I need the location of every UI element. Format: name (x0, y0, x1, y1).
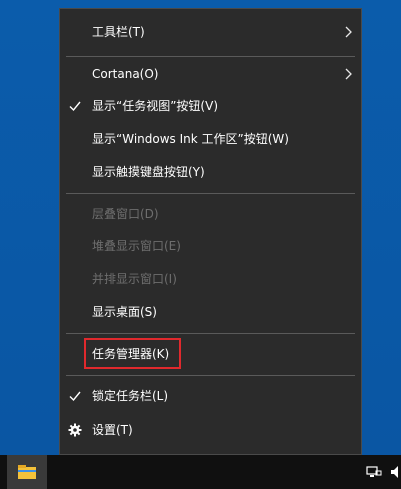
task-manager-highlight-box (84, 338, 181, 369)
menu-item-label: 设置(T) (92, 423, 133, 437)
menu-item-label: 并排显示窗口(I) (92, 272, 177, 286)
menu-item-label: 层叠窗口(D) (92, 207, 159, 221)
menu-separator (66, 375, 355, 376)
system-tray (359, 455, 401, 489)
menu-item-label: 显示触摸键盘按钮(Y) (92, 165, 205, 179)
network-icon[interactable] (365, 463, 383, 481)
menu-item-label: 锁定任务栏(L) (92, 389, 169, 403)
checkmark-icon (69, 101, 81, 112)
gear-icon (68, 423, 82, 437)
taskbar (0, 455, 401, 489)
checkmark-icon (69, 391, 81, 402)
menu-item-label: 显示“任务视图”按钮(V) (92, 99, 219, 113)
menu-item-show-desktop[interactable]: 显示桌面(S) (60, 297, 361, 327)
menu-separator (66, 56, 355, 57)
file-explorer-taskbar-button[interactable] (7, 455, 47, 489)
menu-item-toolbars[interactable]: 工具栏(T) (60, 17, 361, 47)
menu-item-label: Cortana(O) (92, 67, 159, 81)
chevron-right-icon (345, 26, 352, 38)
menu-item-side-by-side-windows: 并排显示窗口(I) (60, 264, 361, 294)
menu-item-settings[interactable]: 设置(T) (60, 415, 361, 445)
menu-item-show-task-view[interactable]: 显示“任务视图”按钮(V) (60, 91, 361, 121)
volume-icon[interactable] (389, 463, 401, 481)
menu-item-stack-windows: 堆叠显示窗口(E) (60, 231, 361, 261)
menu-item-label: 工具栏(T) (92, 25, 145, 39)
menu-item-cascade-windows: 层叠窗口(D) (60, 199, 361, 229)
menu-item-lock-taskbar[interactable]: 锁定任务栏(L) (60, 381, 361, 411)
menu-separator (66, 333, 355, 334)
menu-item-label: 堆叠显示窗口(E) (92, 239, 181, 253)
menu-item-show-touch-keyboard[interactable]: 显示触摸键盘按钮(Y) (60, 157, 361, 187)
menu-separator (66, 193, 355, 194)
taskbar-context-menu: 工具栏(T) Cortana(O) 显示“任务视图”按钮(V) 显示“Windo… (59, 8, 362, 455)
chevron-right-icon (345, 68, 352, 80)
menu-item-show-windows-ink[interactable]: 显示“Windows Ink 工作区”按钮(W) (60, 124, 361, 154)
menu-item-cortana[interactable]: Cortana(O) (60, 59, 361, 89)
menu-item-label: 显示“Windows Ink 工作区”按钮(W) (92, 132, 289, 146)
file-explorer-icon (18, 465, 36, 479)
menu-item-label: 显示桌面(S) (92, 305, 157, 319)
